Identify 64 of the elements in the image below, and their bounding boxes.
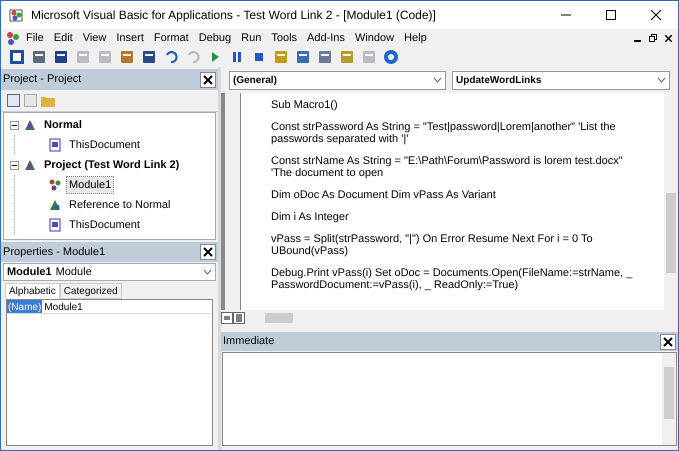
reference-icon [48,198,62,212]
code-line: Dim oDoc As Document Dim vPass As Variant [271,189,497,201]
menu-item[interactable]: Format [148,30,194,46]
project-icon [23,158,37,172]
tree-item[interactable]: Normal [41,116,85,134]
object-name: Module1 [7,264,52,280]
maximize-icon [606,10,616,20]
properties-tab[interactable]: Alphabetic [5,283,60,299]
menu-item[interactable]: Insert [111,30,149,46]
menu-item[interactable]: Run [236,30,266,46]
window-title: Microsoft Visual Basic for Applications - Test Word Link 2 - [Module1 (Code)] [31,7,436,24]
procedure-view-icon[interactable] [221,312,233,324]
restore-icon[interactable] [649,34,657,42]
view-code-icon[interactable] [7,94,20,107]
property-value[interactable]: Module1 [42,300,85,313]
menu-item[interactable]: Tools [266,30,302,46]
word-icon[interactable] [9,49,25,65]
module-view-icon[interactable] [233,312,245,324]
object-type: Module [56,264,92,280]
close-icon [663,336,673,346]
menu-item[interactable]: Window [350,30,400,46]
close-icon [650,10,660,20]
tree-item[interactable]: ThisDocument [66,136,143,154]
tree-item[interactable]: Project (Test Word Link 2) [41,156,182,174]
code-line: Dim i As Integer [271,211,350,223]
code-line: vPass = Split(strPassword, "|") On Error Resume Next For i = 0 To UBound(vPass) [271,233,594,257]
expander-icon[interactable] [10,160,19,170]
tree-item[interactable]: Reference to Normal [66,196,174,214]
object-dropdown[interactable]: Module1 Module [3,263,216,281]
close-button[interactable] [660,334,676,350]
undo-icon[interactable] [163,49,179,65]
code-line: Const strName As String = "E:\Path\Forum\Password is lorem test.docx" 'The document to open [271,155,624,179]
menu-item[interactable]: View [78,30,112,46]
module-icon [48,178,62,192]
menu-item[interactable]: Help [399,30,432,46]
menu-item[interactable]: File [21,30,49,46]
menu-item[interactable]: Edit [48,30,78,46]
properties-tab[interactable]: Categorized [60,283,122,299]
expander-icon[interactable] [10,120,19,130]
project-icon [23,118,37,132]
property-name[interactable]: (Name) [7,300,42,313]
panel-title: Project - Project [3,72,82,88]
panel-title: Immediate [223,334,274,350]
object-dropdown[interactable]: (General) [229,70,446,90]
code-line: Debug.Print vPass(i) Set oDoc = Documents.Open(FileName:=strName, _ PasswordDocument:=vPass(i), _ ReadOnly:=True) [271,267,634,291]
menu-item[interactable]: Debug [194,30,236,46]
menu-item[interactable]: Add-Ins [302,30,350,46]
code-line: Const strPassword As String = "Test|password|Lorem|another" 'List the passwords separated with '|' [271,121,617,145]
close-icon[interactable] [665,34,672,42]
tree-item[interactable]: Module1 [66,176,114,194]
app-icon [9,7,25,23]
document-icon [48,218,62,232]
close-button[interactable] [200,244,216,260]
tree-item[interactable]: ThisDocument [66,216,143,234]
close-button[interactable] [200,72,216,88]
procedure-dropdown[interactable]: UpdateWordLinks [452,70,670,90]
vba-icon[interactable] [5,30,21,46]
close-icon [203,247,213,257]
document-icon [48,138,62,152]
close-icon [203,74,213,84]
code-line: Sub Macro1() [271,99,339,111]
help-icon[interactable] [383,49,399,65]
vertical-scrollbar[interactable] [662,353,676,445]
panel-title: Properties - Module1 [3,244,106,260]
